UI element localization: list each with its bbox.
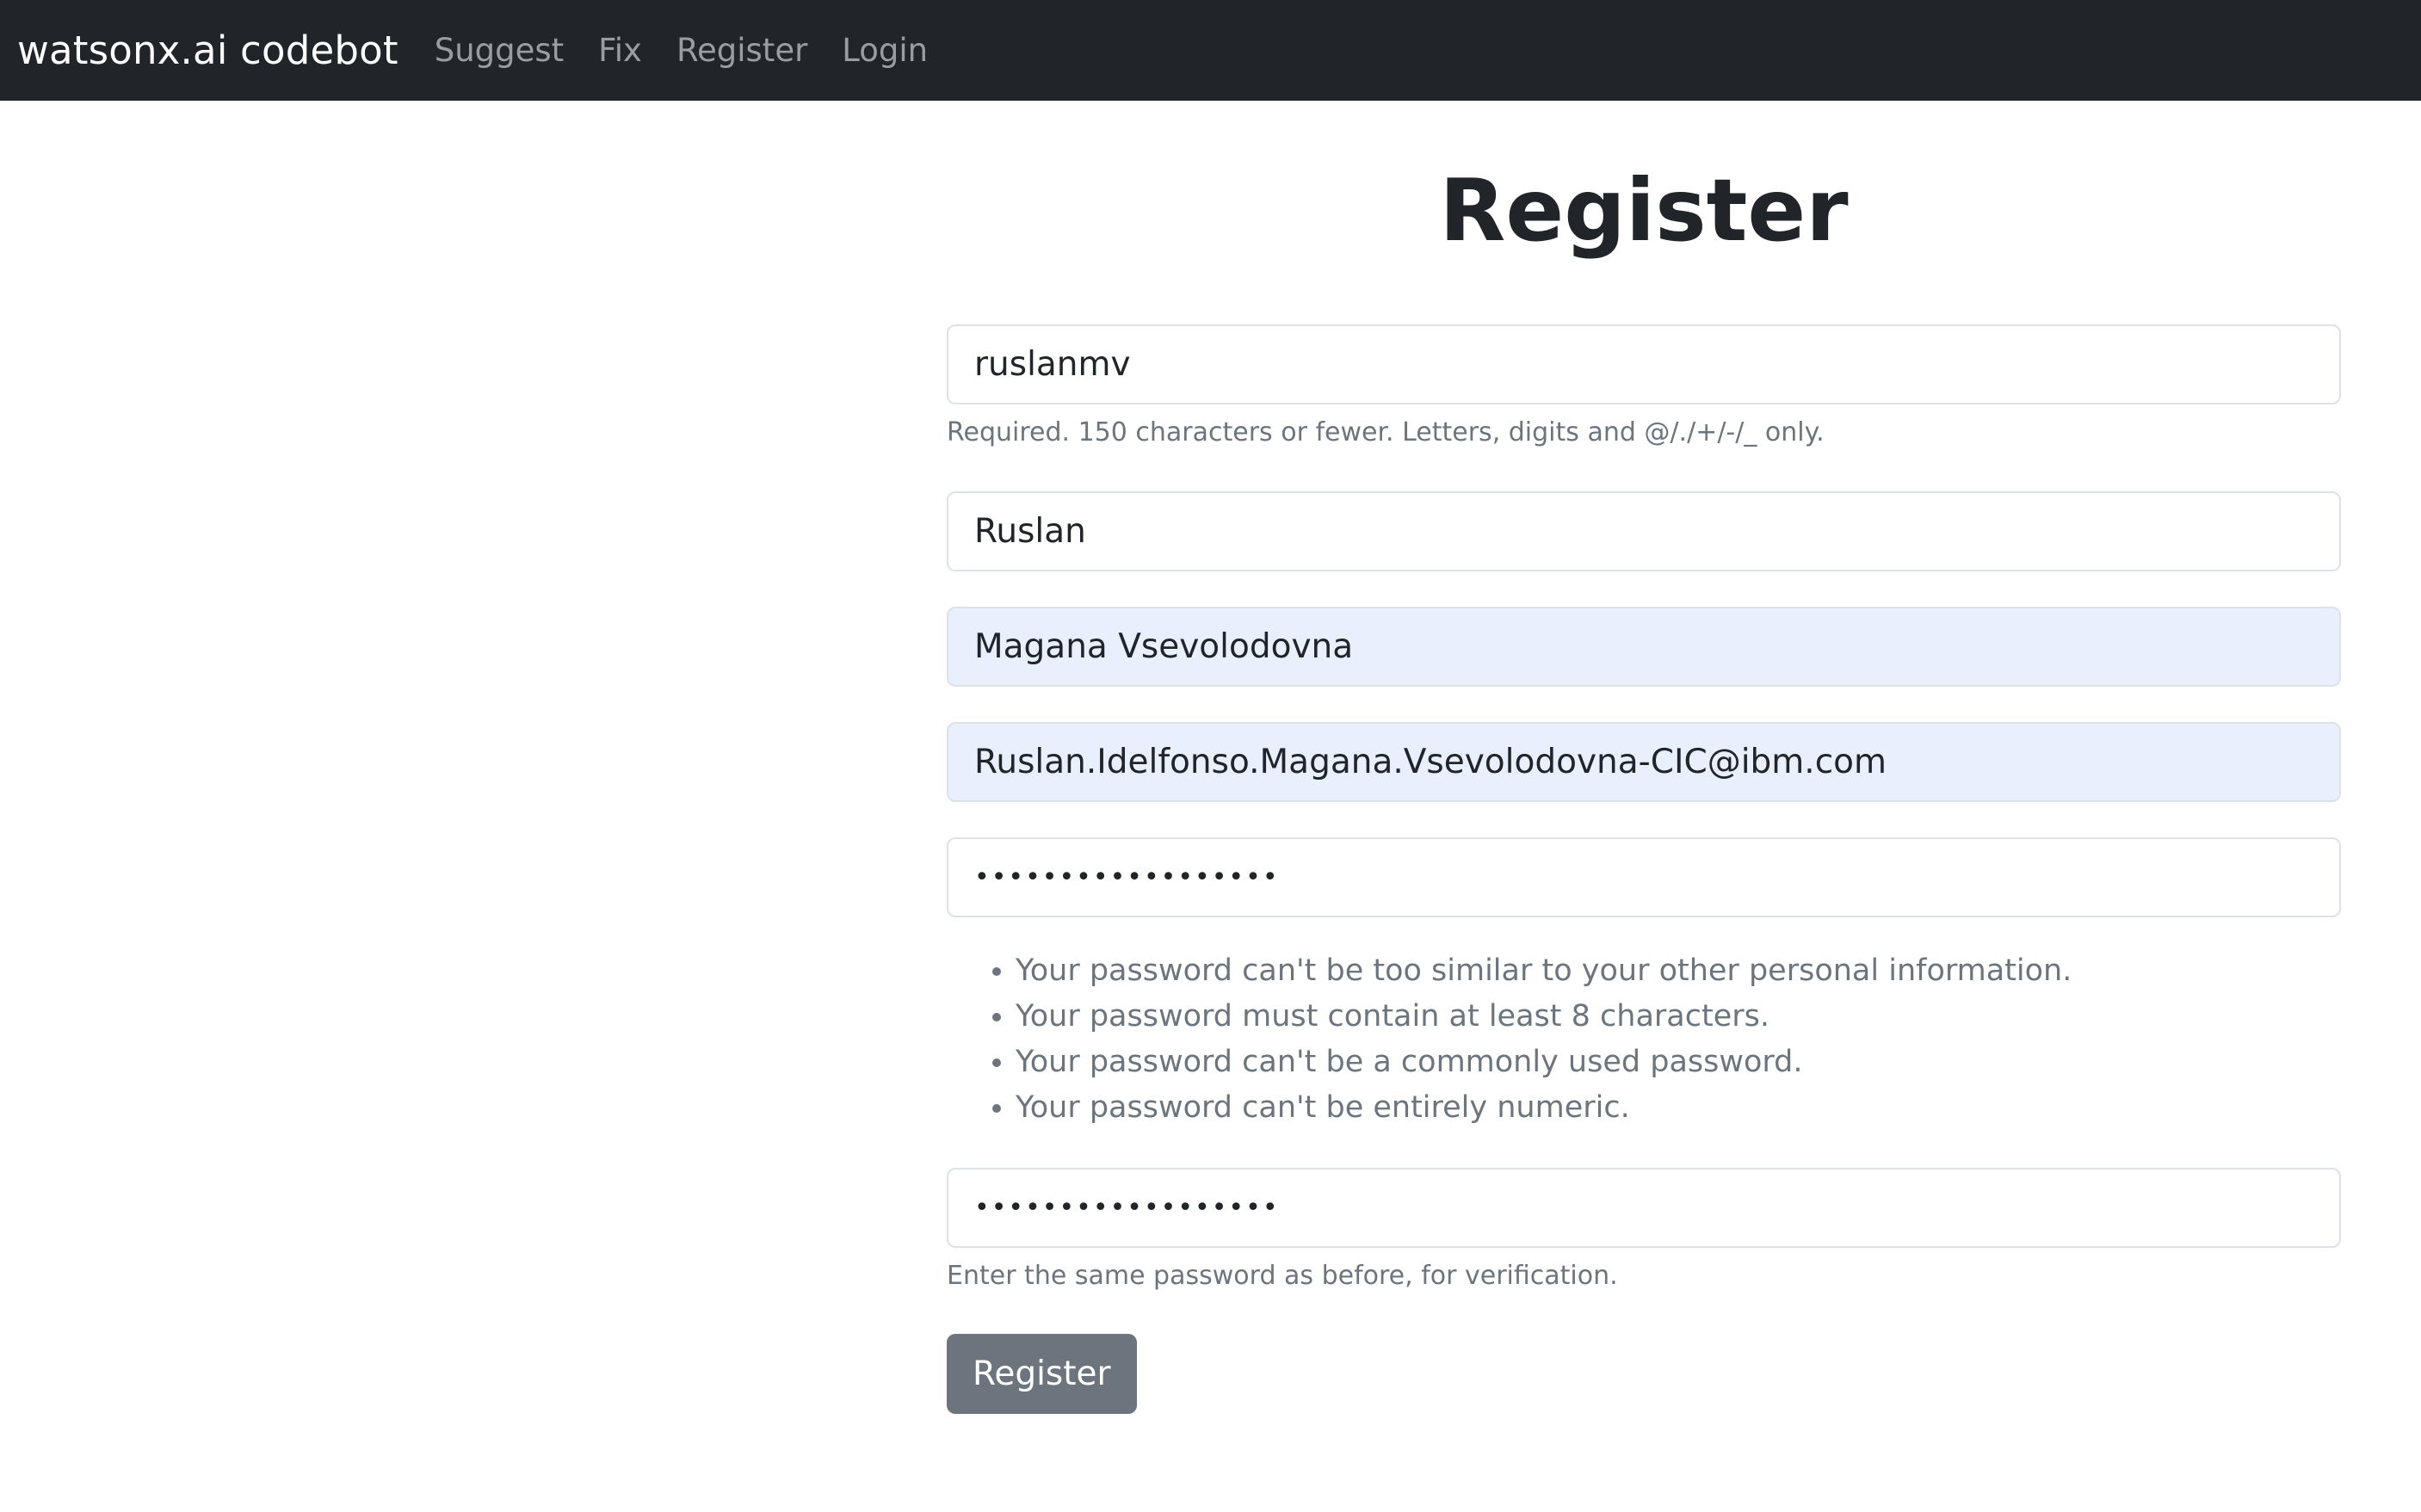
- password-rule: Your password can't be entirely numeric.: [1016, 1085, 2072, 1131]
- password-rule: Your password can't be too similar to yo…: [1016, 948, 2072, 994]
- register-button[interactable]: Register: [947, 1334, 1137, 1414]
- nav-link-fix[interactable]: Fix: [598, 32, 642, 69]
- password-input[interactable]: [947, 837, 2341, 917]
- last-name-input[interactable]: [947, 607, 2341, 687]
- username-help-text: Required. 150 characters or fewer. Lette…: [947, 417, 1825, 447]
- brand-link[interactable]: watsonx.ai codebot: [17, 28, 398, 73]
- nav-link-register[interactable]: Register: [676, 32, 807, 69]
- first-name-input[interactable]: [947, 491, 2341, 571]
- password-confirm-input[interactable]: [947, 1168, 2341, 1248]
- password-rule: Your password can't be a commonly used p…: [1016, 1040, 2072, 1085]
- password-rules-list: Your password can't be too similar to yo…: [947, 948, 2072, 1131]
- password-confirm-help-text: Enter the same password as before, for v…: [947, 1261, 1618, 1291]
- nav-link-suggest[interactable]: Suggest: [435, 32, 564, 69]
- top-navbar: watsonx.ai codebot Suggest Fix Register …: [0, 0, 2421, 101]
- password-rule: Your password must contain at least 8 ch…: [1016, 994, 2072, 1040]
- username-input[interactable]: [947, 324, 2341, 404]
- nav-link-login[interactable]: Login: [842, 32, 928, 69]
- page-title: Register: [1439, 160, 1849, 261]
- email-input[interactable]: [947, 722, 2341, 802]
